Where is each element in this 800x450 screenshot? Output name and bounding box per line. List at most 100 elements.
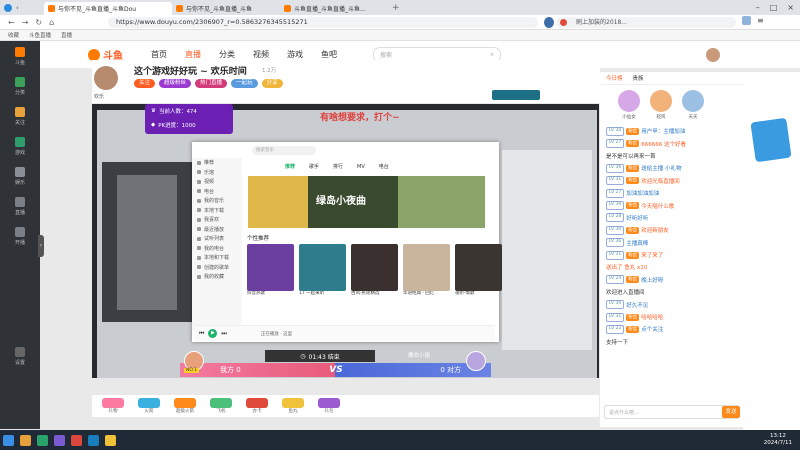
music-side-item[interactable]: 我的电台 [192,244,242,254]
chat-message: LV 27 加油加油加油 [600,187,743,199]
music-side-item[interactable]: 电台 [192,187,242,197]
music-side-item[interactable]: 本地下载 [192,206,242,216]
clock[interactable]: 13:12 2024/7/11 [764,433,792,447]
menu-dot-icon [197,265,201,270]
nav-home[interactable]: 首页 [151,49,167,60]
fan-item[interactable]: 轻风 [650,90,672,120]
tab-noble[interactable]: 贵族 [633,74,644,82]
sidebar-item-1[interactable]: 斗鱼 [0,41,40,71]
room-banner-badge[interactable] [492,90,540,100]
music-tab-radio[interactable]: 电台 [379,163,389,170]
share-pill[interactable]: 分享 [261,79,283,88]
music-side-item[interactable]: 我的音乐 [192,196,242,206]
tab-today-rank[interactable]: 今日榜 [606,74,623,82]
download-icon[interactable] [742,16,751,25]
gift-item[interactable]: 飞机 [206,398,236,414]
playlist-card[interactable]: 夜听·情歌 [455,244,503,303]
bookmark-1[interactable]: 收藏 [8,31,19,39]
music-tab-recommend[interactable]: 推荐 [285,163,295,170]
playlist-card[interactable]: 17 一起来听 [299,244,347,303]
music-side-item[interactable]: 视频 [192,177,242,187]
music-search-input[interactable]: 搜索音乐 [252,145,316,155]
bookmark-2[interactable]: 斗鱼直播 [29,31,51,39]
gift-item[interactable]: 办卡 [242,398,272,414]
sidebar-item-label: 分类 [14,89,25,96]
music-side-item[interactable]: 本地和下载 [192,253,242,263]
playlist-card[interactable]: 抖音热歌 [247,244,295,303]
bookmark-3[interactable]: 直播 [61,31,72,39]
prev-icon[interactable]: ⏮ [199,330,204,338]
fan-name: 轻风 [656,115,666,120]
sidebar-item-3[interactable]: 关注 [0,101,40,131]
music-side-item[interactable]: 我的收藏 [192,272,242,282]
user-avatar[interactable] [706,47,720,62]
music-banner[interactable]: 绿岛小夜曲 [248,176,485,228]
close-icon[interactable]: × [787,3,794,12]
playlist-card[interactable]: 华语经典 · 回忆 [403,244,451,303]
tab-2[interactable]: 与你不见_斗鱼直播_斗鱼 [172,2,280,15]
sidebar-item-7[interactable]: 开播 [0,221,40,251]
music-tab-mv[interactable]: MV [357,164,365,170]
music-tab-rank[interactable]: 排行 [333,163,343,170]
nav-game[interactable]: 游戏 [287,49,303,60]
home-icon[interactable]: ⌂ [49,18,54,27]
sidebar-item-4[interactable]: 游戏 [0,131,40,161]
fan-item[interactable]: 天天 [682,90,704,120]
nav-category[interactable]: 分类 [219,49,235,60]
play-icon[interactable]: ▶ [208,329,218,338]
gift-item[interactable]: 礼包 [314,398,344,414]
steam-icon[interactable] [88,434,99,446]
back-icon[interactable]: ‹ [16,4,19,12]
app-icon[interactable] [54,434,65,446]
send-button[interactable]: 发送 [722,406,740,418]
new-tab-button[interactable]: + [392,3,400,13]
music-side-item[interactable]: 最近播放 [192,225,242,235]
music-tab-singer[interactable]: 歌手 [309,163,319,170]
chat-input[interactable]: 说点什么吧... [604,405,739,419]
minimize-icon[interactable]: – [756,3,760,12]
music-taskbar-icon[interactable] [105,434,116,446]
music-side-item[interactable]: 创建的歌单 [192,263,242,273]
superfan-pill[interactable]: 超级粉丝 [159,79,192,88]
follow-pill[interactable]: 关注 [134,79,156,88]
promo-badge[interactable] [750,117,792,163]
playlist-card[interactable]: 古风·民谣精选 [351,244,399,303]
tab-1[interactable]: 与你不见_斗鱼直播_斗鱼Dou [44,2,172,15]
browser-search-input[interactable]: 刷上加装的2018... [556,17,736,28]
streamer-avatar[interactable] [94,66,118,90]
music-side-item[interactable]: 试听列表 [192,234,242,244]
url-input[interactable]: https://www.douyu.com/2306907_r=0.586327… [108,17,538,28]
refresh-icon[interactable]: ↻ [35,18,42,27]
gift-item[interactable]: 礼物 [98,398,128,414]
gift-item[interactable]: 超级火箭 [170,398,200,414]
app2-icon[interactable] [71,434,82,446]
browser-icon[interactable] [37,434,48,446]
menu-icon[interactable]: ≡ [757,16,764,25]
back-arrow-icon[interactable]: ← [8,18,15,27]
sidebar-item-8[interactable]: 设置 [0,341,40,371]
maximize-icon[interactable]: □ [770,3,778,12]
music-side-item[interactable]: 乐馆 [192,168,242,178]
gift-item[interactable]: 火箭 [134,398,164,414]
gift-item[interactable]: 鱼丸 [278,398,308,414]
search-icon[interactable]: ⌕ [491,51,494,59]
sidebar-item-6[interactable]: 直播 [0,191,40,221]
sidebar-item-5[interactable]: 娱乐 [0,161,40,191]
pk-right-avatar[interactable] [466,351,486,371]
tab-3[interactable]: 斗鱼直播_斗鱼直播_斗鱼... [280,2,388,15]
forward-arrow-icon[interactable]: → [22,18,29,27]
nav-video[interactable]: 视频 [253,49,269,60]
nav-live[interactable]: 直播 [185,49,201,60]
extension-icon[interactable] [544,17,554,28]
fan-item[interactable]: 小仙女 [618,90,640,120]
sidebar-item-2[interactable]: 分类 [0,71,40,101]
next-icon[interactable]: ⏭ [221,330,226,338]
music-side-item[interactable]: 推荐 [192,158,242,168]
music-side-item[interactable]: 我喜欢 [192,215,242,225]
nav-yuba[interactable]: 鱼吧 [321,49,337,60]
play-together-pill[interactable]: 一起玩 [231,79,258,88]
hot-pill[interactable]: 热门直播 [195,79,228,88]
sidebar-collapse-handle[interactable]: › [38,235,44,257]
folder-icon[interactable] [20,434,31,446]
start-icon[interactable] [3,434,14,446]
